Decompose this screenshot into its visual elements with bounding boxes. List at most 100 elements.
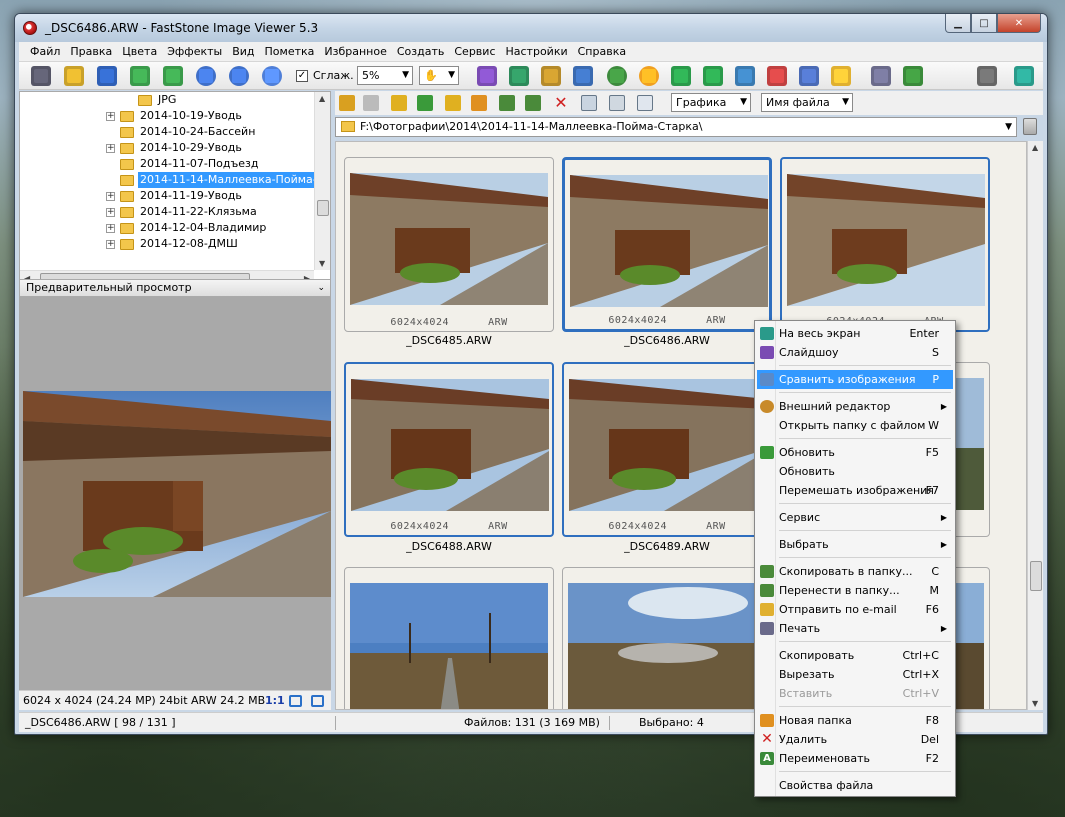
thumb-view-icon[interactable] bbox=[581, 95, 597, 111]
menu-item-email[interactable]: Отправить по e-mail F6 bbox=[757, 600, 953, 619]
checklist-icon[interactable] bbox=[903, 66, 923, 86]
menu-tag[interactable]: Пометка bbox=[260, 45, 320, 58]
sun-icon[interactable] bbox=[639, 66, 659, 86]
flip-icon[interactable] bbox=[735, 66, 755, 86]
menu-view[interactable]: Вид bbox=[227, 45, 259, 58]
actual-size-button[interactable]: 1:1 bbox=[265, 691, 285, 711]
actual-size-icon[interactable] bbox=[262, 66, 282, 86]
expand-icon[interactable]: + bbox=[106, 240, 115, 249]
menu-item-print[interactable]: Печать ▶ bbox=[757, 619, 953, 638]
menu-item-rename[interactable]: A Переименовать F2 bbox=[757, 749, 953, 768]
back-icon[interactable] bbox=[339, 95, 355, 111]
menu-create[interactable]: Создать bbox=[392, 45, 450, 58]
menu-tools[interactable]: Сервис bbox=[449, 45, 500, 58]
sort-select[interactable]: Имя файла ▼ bbox=[761, 93, 853, 112]
list-view-icon[interactable] bbox=[609, 95, 625, 111]
up-folder-icon[interactable] bbox=[391, 95, 407, 111]
resize-icon[interactable] bbox=[509, 66, 529, 86]
zoom-select[interactable]: 5% ▼ bbox=[357, 66, 413, 85]
fit-icon[interactable] bbox=[289, 695, 302, 707]
preview-header[interactable]: Предварительный просмотр ⌄ bbox=[19, 279, 331, 297]
menu-file[interactable]: Файл bbox=[25, 45, 65, 58]
delete-icon[interactable]: ✕ bbox=[553, 95, 569, 111]
scroll-thumb[interactable] bbox=[1030, 561, 1042, 591]
fullscreen-icon[interactable] bbox=[1014, 66, 1034, 86]
trash-icon[interactable] bbox=[1023, 118, 1037, 135]
scroll-down-icon[interactable]: ▼ bbox=[319, 259, 325, 268]
collapse-icon[interactable]: ⌄ bbox=[317, 280, 325, 296]
refresh-folder-icon[interactable] bbox=[417, 95, 433, 111]
stamp-icon[interactable] bbox=[607, 66, 627, 86]
filter-select[interactable]: Графика ▼ bbox=[671, 93, 751, 112]
browser-scrollbar[interactable]: ▲ ▼ bbox=[1027, 141, 1043, 710]
crop-icon[interactable] bbox=[541, 66, 561, 86]
menu-item-select[interactable]: Выбрать ▶ bbox=[757, 535, 953, 554]
rotate-right-icon[interactable] bbox=[703, 66, 723, 86]
rotate-left-icon[interactable] bbox=[671, 66, 691, 86]
thumbnail[interactable]: 6024x4024 ARW bbox=[562, 362, 772, 537]
menu-item-compare[interactable]: Сравнить изображения P bbox=[757, 370, 953, 389]
open-folder-icon[interactable] bbox=[64, 66, 84, 86]
camera-icon[interactable] bbox=[31, 66, 51, 86]
menu-item-open-folder[interactable]: Открыть папку с файлом W bbox=[757, 416, 953, 435]
menu-favorites[interactable]: Избранное bbox=[319, 45, 391, 58]
menu-item-delete[interactable]: ✕ Удалить Del bbox=[757, 730, 953, 749]
expand-icon[interactable]: + bbox=[106, 224, 115, 233]
menu-item-move-to-folder[interactable]: Перенести в папку... M bbox=[757, 581, 953, 600]
thumbnail[interactable]: 6024x4024 ARW bbox=[780, 157, 990, 332]
thumbnail[interactable] bbox=[344, 567, 554, 709]
menu-item-paste[interactable]: Вставить Ctrl+V bbox=[757, 684, 953, 703]
close-button[interactable]: ✕ bbox=[997, 14, 1041, 33]
favorites-icon[interactable] bbox=[445, 95, 461, 111]
forward-icon[interactable] bbox=[363, 95, 379, 111]
expand-icon[interactable]: + bbox=[106, 208, 115, 217]
menu-item-tools[interactable]: Сервис ▶ bbox=[757, 508, 953, 527]
menu-item-shuffle[interactable]: Перемешать изображения F7 bbox=[757, 481, 953, 500]
menu-item-copy-to-folder[interactable]: Скопировать в папку... C bbox=[757, 562, 953, 581]
menu-item-cut[interactable]: Вырезать Ctrl+X bbox=[757, 665, 953, 684]
slideshow-icon[interactable] bbox=[477, 66, 497, 86]
expand-icon[interactable]: + bbox=[106, 144, 115, 153]
zoom-out-icon[interactable] bbox=[229, 66, 249, 86]
next-icon[interactable] bbox=[163, 66, 183, 86]
details-view-icon[interactable] bbox=[637, 95, 653, 111]
thumbnail[interactable]: 6024x4024 ARW bbox=[344, 157, 554, 332]
scan-icon[interactable] bbox=[799, 66, 819, 86]
menu-help[interactable]: Справка bbox=[573, 45, 631, 58]
menu-item-copy[interactable]: Скопировать Ctrl+C bbox=[757, 646, 953, 665]
path-combobox[interactable]: F:\Фотографии\2014\2014-11-14-Маллеевка-… bbox=[335, 117, 1017, 137]
menu-item-refresh-2[interactable]: Обновить bbox=[757, 462, 953, 481]
menu-item-refresh[interactable]: Обновить F5 bbox=[757, 443, 953, 462]
menu-item-external-editor[interactable]: Внешний редактор ▶ bbox=[757, 397, 953, 416]
smooth-checkbox[interactable]: ✓ bbox=[296, 70, 308, 82]
menu-item-properties[interactable]: Свойства файла bbox=[757, 776, 953, 795]
zoom-fit-icon[interactable] bbox=[311, 695, 324, 707]
thumbnail[interactable]: 6024x4024 ARW bbox=[344, 362, 554, 537]
thumbnail[interactable] bbox=[562, 567, 772, 709]
maximize-button[interactable]: □ bbox=[971, 14, 997, 33]
new-folder-icon[interactable] bbox=[471, 95, 487, 111]
pan-mode-select[interactable]: ✋ ▼ bbox=[419, 66, 459, 85]
scroll-up-icon[interactable]: ▲ bbox=[319, 94, 325, 103]
minimize-button[interactable]: ▁ bbox=[945, 14, 971, 33]
text-effect-icon[interactable] bbox=[573, 66, 593, 86]
thumbnail-selected[interactable]: 6024x4024 ARW bbox=[562, 157, 772, 332]
copy-to-icon[interactable] bbox=[499, 95, 515, 111]
chevron-down-icon[interactable]: ▼ bbox=[1005, 118, 1012, 136]
move-to-icon[interactable] bbox=[525, 95, 541, 111]
menu-item-fullscreen[interactable]: На весь экран Enter bbox=[757, 324, 953, 343]
save-icon[interactable] bbox=[97, 66, 117, 86]
print-icon[interactable] bbox=[871, 66, 891, 86]
menu-settings[interactable]: Настройки bbox=[501, 45, 573, 58]
menu-colors[interactable]: Цвета bbox=[117, 45, 162, 58]
menu-edit[interactable]: Правка bbox=[65, 45, 117, 58]
expand-icon[interactable]: + bbox=[106, 192, 115, 201]
email-icon[interactable] bbox=[831, 66, 851, 86]
zoom-in-icon[interactable] bbox=[196, 66, 216, 86]
scroll-down-icon[interactable]: ▼ bbox=[1032, 699, 1038, 708]
layout-menu-icon[interactable] bbox=[977, 66, 997, 86]
scroll-up-icon[interactable]: ▲ bbox=[1032, 143, 1038, 152]
compare-icon[interactable] bbox=[767, 66, 787, 86]
prev-icon[interactable] bbox=[130, 66, 150, 86]
menu-effects[interactable]: Эффекты bbox=[162, 45, 227, 58]
